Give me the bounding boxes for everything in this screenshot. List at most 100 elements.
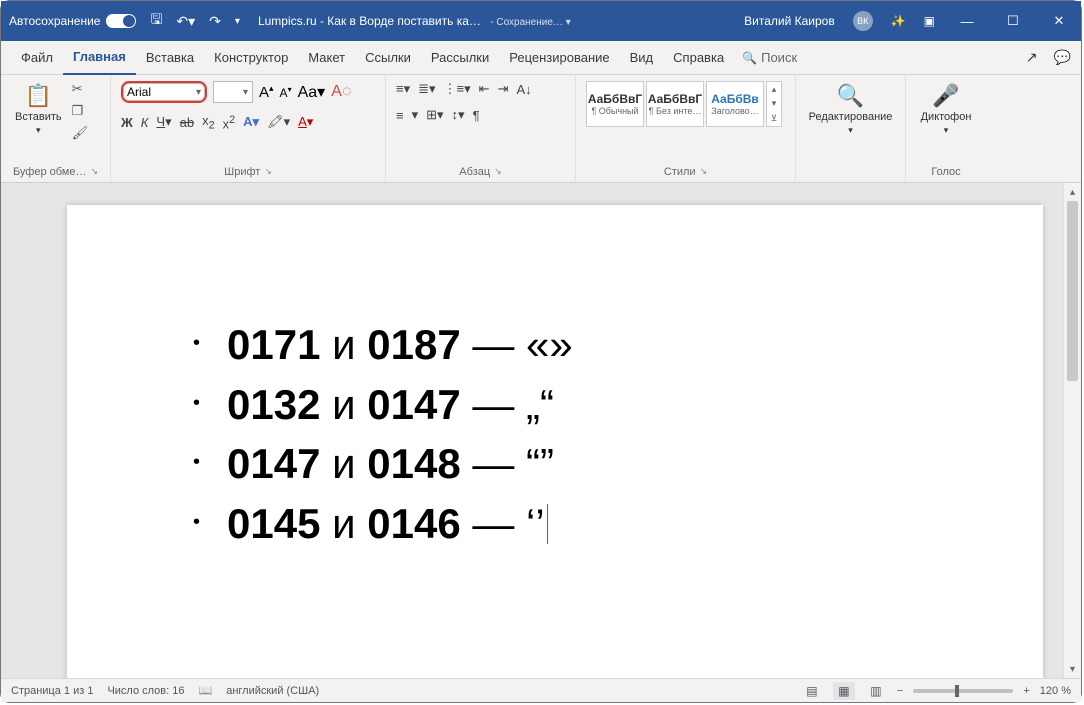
tab-references[interactable]: Ссылки xyxy=(355,41,421,75)
coming-soon-icon[interactable]: ✨ xyxy=(891,14,906,28)
subscript-button[interactable]: x2 xyxy=(202,113,215,132)
save-icon[interactable]: 🖫 xyxy=(150,9,162,33)
list-item: 0147 и 0148 — “” xyxy=(207,434,983,494)
multilevel-icon[interactable]: ⋮≡▾ xyxy=(444,81,471,97)
strikethrough-button[interactable]: ab xyxy=(180,115,194,130)
underline-button[interactable]: Ч▾ xyxy=(156,114,171,130)
font-color-icon[interactable]: A▾ xyxy=(298,114,313,130)
window-title: Lumpics.ru - Как в Ворде поставить ка… -… xyxy=(258,14,571,28)
group-font: Arial▾ ▾ A▴ A▾ Aa▾ A◌ Ж К Ч▾ ab x2 x2 A▾… xyxy=(111,75,386,182)
list-item: 0145 и 0146 — ‘’ xyxy=(207,494,983,554)
bold-button[interactable]: Ж xyxy=(121,115,133,130)
borders-icon[interactable]: ⊞▾ xyxy=(426,107,443,123)
sort-icon[interactable]: A↓ xyxy=(516,82,531,97)
page-number[interactable]: Страница 1 из 1 xyxy=(11,685,93,697)
styles-gallery[interactable]: АаБбВвГ¶ Обычный АаБбВвГ¶ Без инте… АаБб… xyxy=(586,81,782,127)
list-item: 0171 и 0187 — «» xyxy=(207,315,983,375)
titlebar: Автосохранение 🖫 ↶▾ ↷ ▾ Lumpics.ru - Как… xyxy=(1,1,1081,41)
cut-icon[interactable]: ✂ xyxy=(72,81,89,97)
autosave-label: Автосохранение xyxy=(9,14,100,28)
copy-icon[interactable]: ❐ xyxy=(72,103,89,119)
shrink-font-icon[interactable]: A▾ xyxy=(280,85,292,100)
maximize-button[interactable]: ☐ xyxy=(993,1,1033,41)
redo-icon[interactable]: ↷ xyxy=(209,13,221,30)
ribbon: 📋 Вставить ▾ ✂ ❐ 🖌 Буфер обме…↘ Arial▾ ▾… xyxy=(1,75,1081,183)
document-page[interactable]: 0171 и 0187 — «» 0132 и 0147 — „“ 0147 и… xyxy=(67,205,1043,678)
tab-mailings[interactable]: Рассылки xyxy=(421,41,499,75)
statusbar: Страница 1 из 1 Число слов: 16 📖 английс… xyxy=(1,678,1081,702)
clipboard-dialog-icon[interactable]: ↘ xyxy=(91,166,99,178)
bullets-icon[interactable]: ≡▾ xyxy=(396,81,410,97)
tab-help[interactable]: Справка xyxy=(663,41,734,75)
paste-icon: 📋 xyxy=(25,83,52,109)
quick-access-toolbar: 🖫 ↶▾ ↷ ▾ xyxy=(150,9,239,33)
format-painter-icon[interactable]: 🖌 xyxy=(72,125,89,141)
font-dialog-icon[interactable]: ↘ xyxy=(264,166,272,178)
change-case-icon[interactable]: Aa▾ xyxy=(298,82,326,102)
vertical-scrollbar[interactable]: ▴ ▾ xyxy=(1063,183,1081,678)
tab-file[interactable]: Файл xyxy=(11,41,63,75)
decrease-indent-icon[interactable]: ⇤ xyxy=(479,81,490,97)
user-avatar[interactable]: ВК xyxy=(853,11,873,31)
qat-dropdown-icon[interactable]: ▾ xyxy=(235,16,240,27)
tab-review[interactable]: Рецензирование xyxy=(499,41,619,75)
scroll-thumb[interactable] xyxy=(1067,201,1078,381)
document-content[interactable]: 0171 и 0187 — «» 0132 и 0147 — „“ 0147 и… xyxy=(207,315,983,554)
language-status[interactable]: английский (США) xyxy=(226,685,319,697)
user-name[interactable]: Виталий Каиров xyxy=(744,14,835,28)
tab-view[interactable]: Вид xyxy=(620,41,664,75)
undo-icon[interactable]: ↶▾ xyxy=(176,13,195,30)
word-count[interactable]: Число слов: 16 xyxy=(107,685,184,697)
tab-design[interactable]: Конструктор xyxy=(204,41,298,75)
paste-button[interactable]: 📋 Вставить ▾ xyxy=(11,81,66,138)
dictate-button[interactable]: 🎤 Диктофон ▾ xyxy=(917,81,976,138)
web-layout-icon[interactable]: ▥ xyxy=(865,682,887,700)
tab-layout[interactable]: Макет xyxy=(298,41,355,75)
toggle-switch[interactable] xyxy=(106,14,136,28)
zoom-level[interactable]: 120 % xyxy=(1040,685,1071,697)
line-spacing-icon[interactable]: ↕▾ xyxy=(452,107,465,123)
font-size-combo[interactable]: ▾ xyxy=(213,81,253,103)
comments-icon[interactable]: 💬 xyxy=(1054,49,1071,66)
scroll-down-icon[interactable]: ▾ xyxy=(1064,660,1081,678)
find-icon: 🔍 xyxy=(837,83,864,109)
print-layout-icon[interactable]: ▦ xyxy=(833,682,855,700)
styles-more-icon[interactable]: ▴▾⊻ xyxy=(766,81,782,127)
minimize-button[interactable]: — xyxy=(947,1,987,41)
clear-formatting-icon[interactable]: A◌ xyxy=(331,83,351,101)
group-clipboard: 📋 Вставить ▾ ✂ ❐ 🖌 Буфер обме…↘ xyxy=(1,75,111,182)
group-paragraph: ≡▾ ≣▾ ⋮≡▾ ⇤ ⇥ A↓ ≡ ▾ ⊞▾ ↕▾ ¶ Абзац↘ xyxy=(386,75,576,182)
highlight-icon[interactable]: 🖍▾ xyxy=(267,114,290,130)
zoom-slider[interactable] xyxy=(913,689,1013,693)
shading-icon[interactable]: ▾ xyxy=(412,107,419,123)
group-editing: 🔍 Редактирование ▾ xyxy=(796,75,906,182)
grow-font-icon[interactable]: A▴ xyxy=(259,83,274,101)
close-button[interactable]: ✕ xyxy=(1039,1,1079,41)
zoom-in-button[interactable]: + xyxy=(1023,685,1029,697)
increase-indent-icon[interactable]: ⇥ xyxy=(498,81,509,97)
scroll-up-icon[interactable]: ▴ xyxy=(1064,183,1081,201)
group-styles: АаБбВвГ¶ Обычный АаБбВвГ¶ Без инте… АаБб… xyxy=(576,75,796,182)
tab-insert[interactable]: Вставка xyxy=(136,41,204,75)
ribbon-display-icon[interactable]: ▣ xyxy=(924,14,935,28)
text-cursor xyxy=(547,504,548,544)
numbering-icon[interactable]: ≣▾ xyxy=(418,81,435,97)
proofing-icon[interactable]: 📖 xyxy=(199,684,213,697)
styles-dialog-icon[interactable]: ↘ xyxy=(700,166,708,178)
align-left-icon[interactable]: ≡ xyxy=(396,108,404,123)
share-icon[interactable]: ↗ xyxy=(1026,49,1038,66)
paragraph-dialog-icon[interactable]: ↘ xyxy=(494,166,502,178)
search-box[interactable]: Поиск xyxy=(742,50,797,65)
text-effects-icon[interactable]: A▾ xyxy=(243,114,259,130)
autosave-toggle[interactable]: Автосохранение xyxy=(9,14,136,28)
superscript-button[interactable]: x2 xyxy=(223,114,236,131)
zoom-out-button[interactable]: − xyxy=(897,685,903,697)
read-mode-icon[interactable]: ▤ xyxy=(801,682,823,700)
tab-home[interactable]: Главная xyxy=(63,41,136,75)
microphone-icon: 🎤 xyxy=(932,83,959,109)
group-voice: 🎤 Диктофон ▾ Голос xyxy=(906,75,986,182)
font-name-combo[interactable]: Arial▾ xyxy=(121,81,207,103)
show-marks-icon[interactable]: ¶ xyxy=(473,108,480,123)
italic-button[interactable]: К xyxy=(141,115,149,130)
editing-button[interactable]: 🔍 Редактирование ▾ xyxy=(805,81,897,138)
